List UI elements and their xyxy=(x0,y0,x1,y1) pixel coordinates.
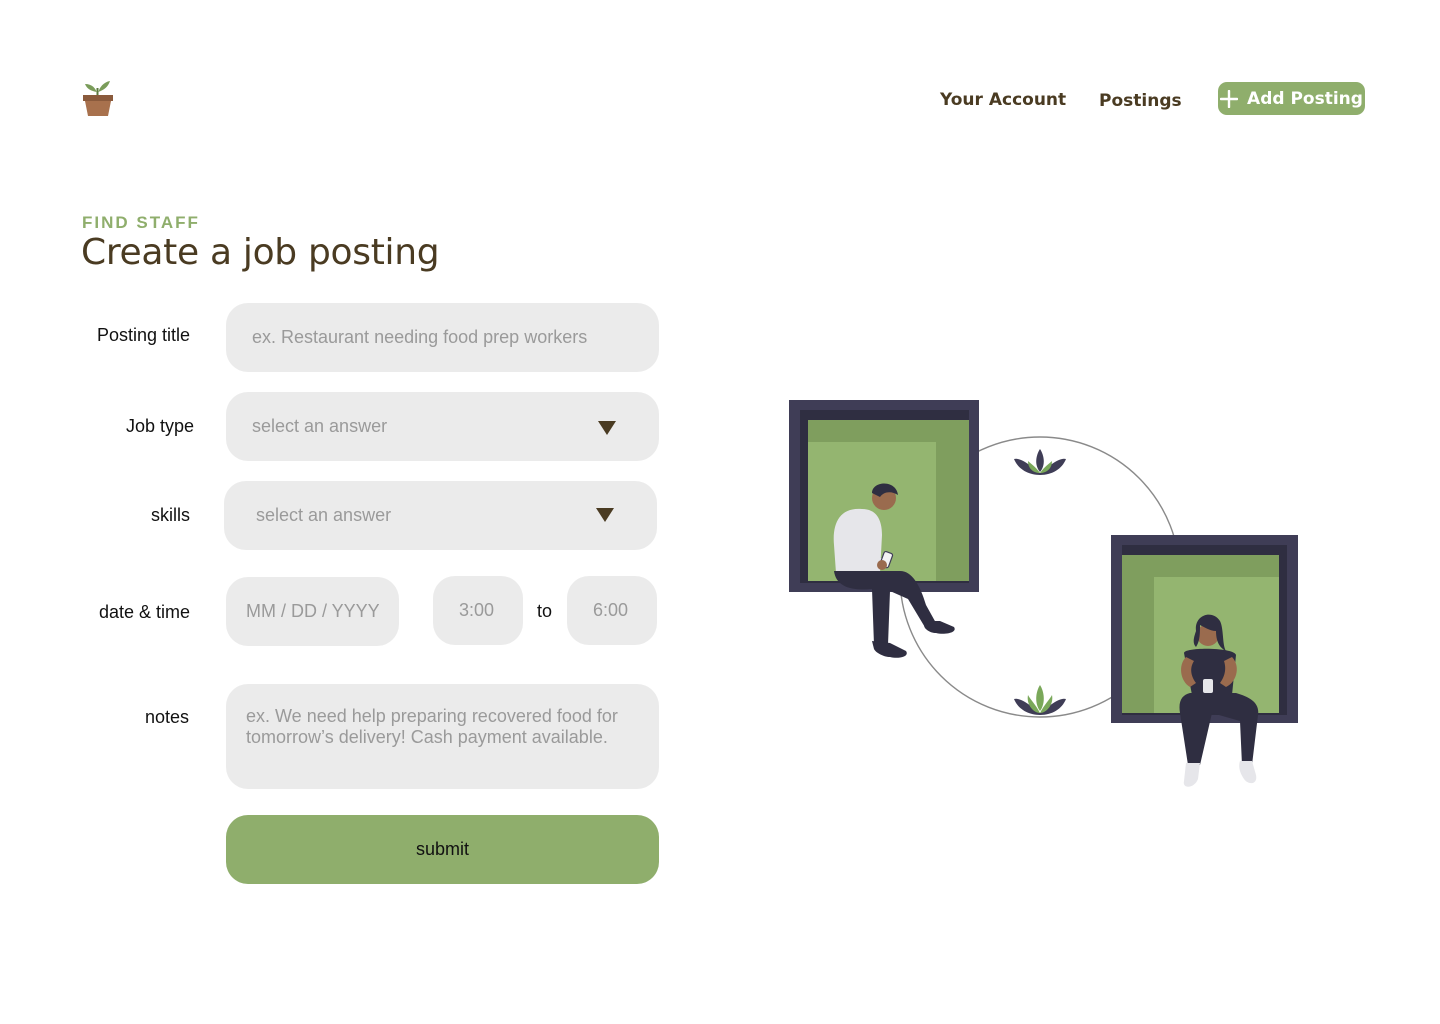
caret-down-icon[interactable] xyxy=(598,421,616,435)
posting-title-input[interactable] xyxy=(252,327,633,348)
notes-textarea[interactable] xyxy=(246,706,639,779)
job-type-select[interactable]: select an answer xyxy=(226,392,659,461)
skills-label: skills xyxy=(151,505,190,525)
date-input[interactable] xyxy=(246,601,379,622)
notes-label: notes xyxy=(144,707,189,727)
job-type-label: Job type xyxy=(125,416,194,436)
leaf-top-icon xyxy=(1014,449,1066,475)
submit-button[interactable]: submit xyxy=(226,815,659,884)
section-eyebrow: FIND STAFF xyxy=(82,213,200,232)
end-time-field[interactable] xyxy=(567,576,657,645)
time-range-separator: to xyxy=(537,601,553,621)
people-sitting-in-windows-illustration xyxy=(789,400,1298,787)
nav-your-account[interactable]: Your Account xyxy=(940,90,1066,110)
posting-title-field[interactable] xyxy=(226,303,659,372)
skills-select[interactable]: select an answer xyxy=(224,481,657,550)
caret-down-icon[interactable] xyxy=(596,508,614,522)
leaf-bottom-icon xyxy=(1014,685,1066,715)
add-posting-button[interactable]: Add Posting xyxy=(1218,82,1365,115)
notes-field[interactable] xyxy=(226,684,659,789)
skills-placeholder: select an answer xyxy=(256,505,392,525)
date-time-label: date & time xyxy=(98,602,190,622)
start-time-input[interactable] xyxy=(459,600,523,621)
plant-pot-logo-icon[interactable] xyxy=(80,76,116,118)
plus-icon xyxy=(1220,89,1239,108)
start-time-field[interactable] xyxy=(433,576,523,645)
nav-postings[interactable]: Postings xyxy=(1099,91,1182,111)
page-title: Create a job posting xyxy=(81,232,440,273)
add-posting-label: Add Posting xyxy=(1247,88,1363,109)
date-field[interactable] xyxy=(226,577,399,646)
job-type-placeholder: select an answer xyxy=(252,416,388,436)
posting-title-label: Posting title xyxy=(96,325,190,345)
end-time-input[interactable] xyxy=(593,600,657,621)
